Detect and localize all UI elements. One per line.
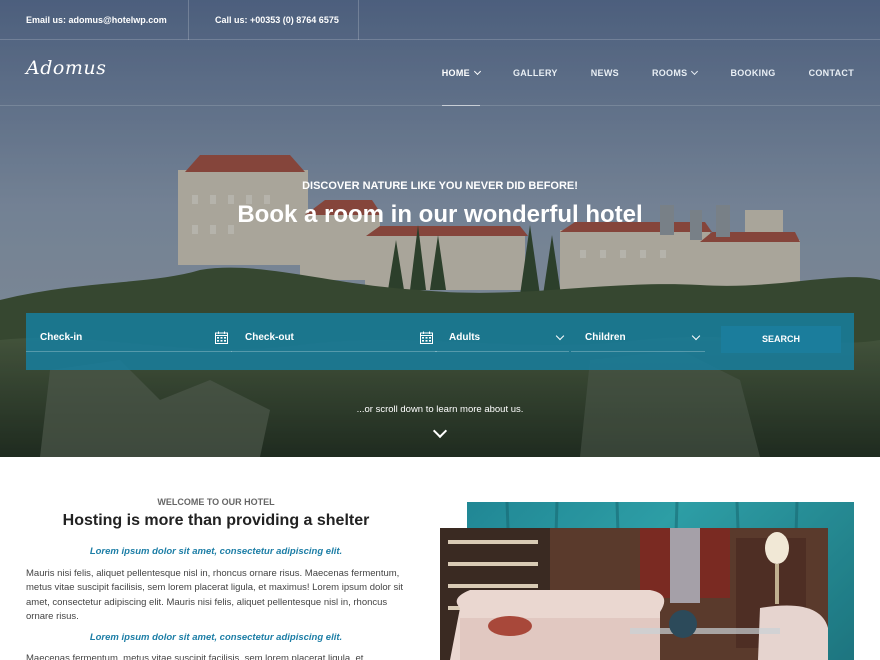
- calendar-icon[interactable]: [215, 331, 228, 344]
- checkin-field[interactable]: Check-in: [26, 326, 232, 352]
- section-lead: Lorem ipsum dolor sit amet, consectetur …: [89, 546, 343, 557]
- main-nav: HOME GALLERY NEWS ROOMS BOOKING CONTACT: [409, 40, 854, 106]
- checkout-field[interactable]: Check-out: [231, 326, 437, 352]
- hero-kicker: DISCOVER NATURE LIKE YOU NEVER DID BEFOR…: [302, 180, 578, 192]
- room-photo: [440, 528, 828, 660]
- contact-email[interactable]: Email us: adomus@hotelwp.com: [26, 0, 167, 40]
- topbar-divider: [188, 0, 189, 40]
- chevron-down-icon: [691, 67, 699, 76]
- nav-item-label: BOOKING: [730, 68, 776, 78]
- nav-item-booking[interactable]: BOOKING: [730, 40, 775, 106]
- living-room-image: [440, 528, 828, 660]
- hero-headline: Book a room in our wonderful hotel: [237, 201, 643, 228]
- nav-item-label: HOME: [441, 68, 470, 78]
- section-lead-secondary: Lorem ipsum dolor sit amet, consectetur …: [89, 632, 343, 643]
- nav-item-rooms[interactable]: ROOMS: [651, 40, 699, 106]
- nav-item-label: ROOMS: [651, 68, 688, 78]
- nav-item-label: CONTACT: [808, 68, 854, 78]
- site-header: Adomus HOME GALLERY NEWS ROOMS BOOKING C…: [0, 40, 880, 106]
- adults-select-label: Adults: [449, 332, 481, 343]
- nav-item-label: NEWS: [590, 68, 619, 78]
- children-select[interactable]: Children: [571, 326, 705, 352]
- welcome-section: WELCOME TO OUR HOTEL Hosting is more tha…: [0, 457, 880, 660]
- nav-item-contact[interactable]: CONTACT: [809, 40, 854, 106]
- children-select-label: Children: [585, 332, 626, 343]
- site-logo[interactable]: Adomus: [26, 57, 106, 79]
- hero-section: Email us: adomus@hotelwp.com Call us: +0…: [0, 0, 880, 457]
- chevron-down-icon: [555, 331, 565, 341]
- chevron-down-icon: [691, 331, 701, 341]
- adults-select[interactable]: Adults: [435, 326, 569, 352]
- checkout-placeholder: Check-out: [245, 332, 294, 343]
- nav-item-label: GALLERY: [512, 68, 558, 78]
- search-button[interactable]: SEARCH: [721, 326, 841, 353]
- top-contact-bar: Email us: adomus@hotelwp.com Call us: +0…: [0, 0, 880, 40]
- calendar-icon[interactable]: [420, 331, 433, 344]
- checkin-placeholder: Check-in: [40, 332, 83, 343]
- nav-item-news[interactable]: NEWS: [591, 40, 619, 106]
- topbar-divider: [358, 0, 359, 40]
- nav-item-gallery[interactable]: GALLERY: [513, 40, 558, 106]
- scroll-hint: ...or scroll down to learn more about us…: [356, 404, 524, 415]
- chevron-down-icon: [473, 67, 481, 76]
- contact-phone[interactable]: Call us: +00353 (0) 8764 6575: [215, 0, 339, 40]
- section-body: Mauris nisi felis, aliquet pellentesque …: [26, 568, 403, 623]
- section-title: Hosting is more than providing a shelter: [62, 512, 370, 529]
- booking-search-form: Check-in Check-out Adults Children SEARC…: [26, 313, 854, 370]
- nav-item-home[interactable]: HOME: [441, 40, 481, 106]
- section-body-secondary: Maecenas fermentum, metus vitae suscipit…: [26, 653, 364, 660]
- section-kicker: WELCOME TO OUR HOTEL: [157, 497, 275, 507]
